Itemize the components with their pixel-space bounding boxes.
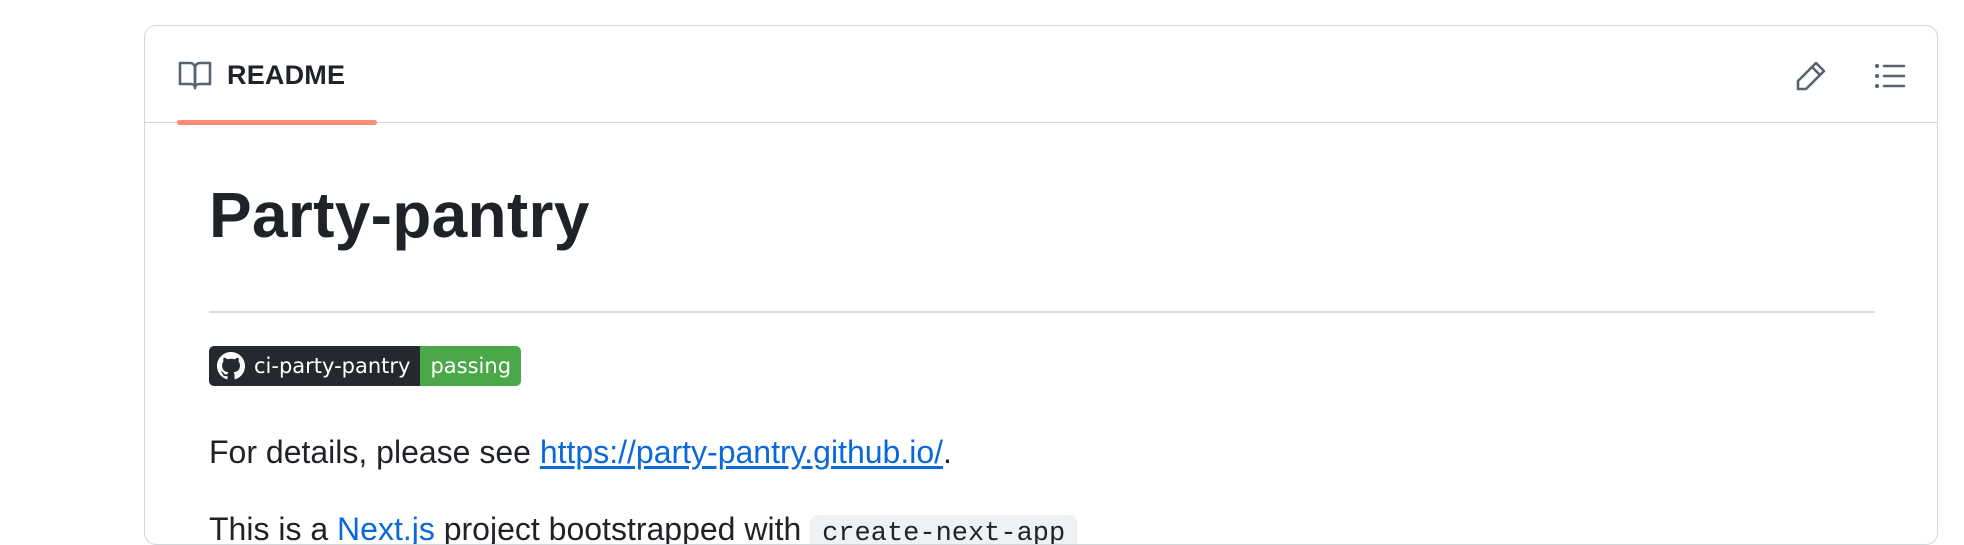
pencil-icon[interactable] bbox=[1793, 58, 1829, 94]
details-paragraph: For details, please see https://party-pa… bbox=[209, 432, 952, 474]
tab-readme-label: README bbox=[227, 60, 346, 90]
github-mark-icon bbox=[217, 352, 245, 380]
intro-text-middle: project bootstrapped with bbox=[434, 511, 811, 545]
badge-workflow-segment: ci-party-pantry bbox=[209, 346, 421, 386]
details-period: . bbox=[943, 434, 952, 470]
badge-label: ci-party-pantry bbox=[254, 354, 411, 378]
intro-text-start: This is a bbox=[209, 511, 338, 545]
badge-status: passing bbox=[420, 346, 522, 386]
tab-active-indicator bbox=[177, 120, 377, 125]
title-divider bbox=[209, 311, 1875, 313]
readme-title: Party-pantry bbox=[209, 178, 590, 251]
details-text: For details, please see bbox=[209, 434, 540, 470]
readme-panel: README Party-pantry ci-party-pantry pass… bbox=[144, 25, 1938, 545]
book-icon bbox=[178, 61, 212, 90]
list-unordered-icon[interactable] bbox=[1871, 58, 1907, 94]
readme-header: README bbox=[145, 26, 1937, 125]
tab-readme[interactable]: README bbox=[161, 26, 377, 125]
ci-status-badge[interactable]: ci-party-pantry passing bbox=[209, 346, 522, 386]
nextjs-link[interactable]: Next.js bbox=[337, 511, 435, 544]
create-next-app-code: create-next-app bbox=[810, 515, 1078, 544]
intro-paragraph: This is a Next.js project bootstrapped w… bbox=[209, 509, 1078, 545]
docs-link[interactable]: https://party-pantry.github.io/ bbox=[540, 434, 943, 470]
